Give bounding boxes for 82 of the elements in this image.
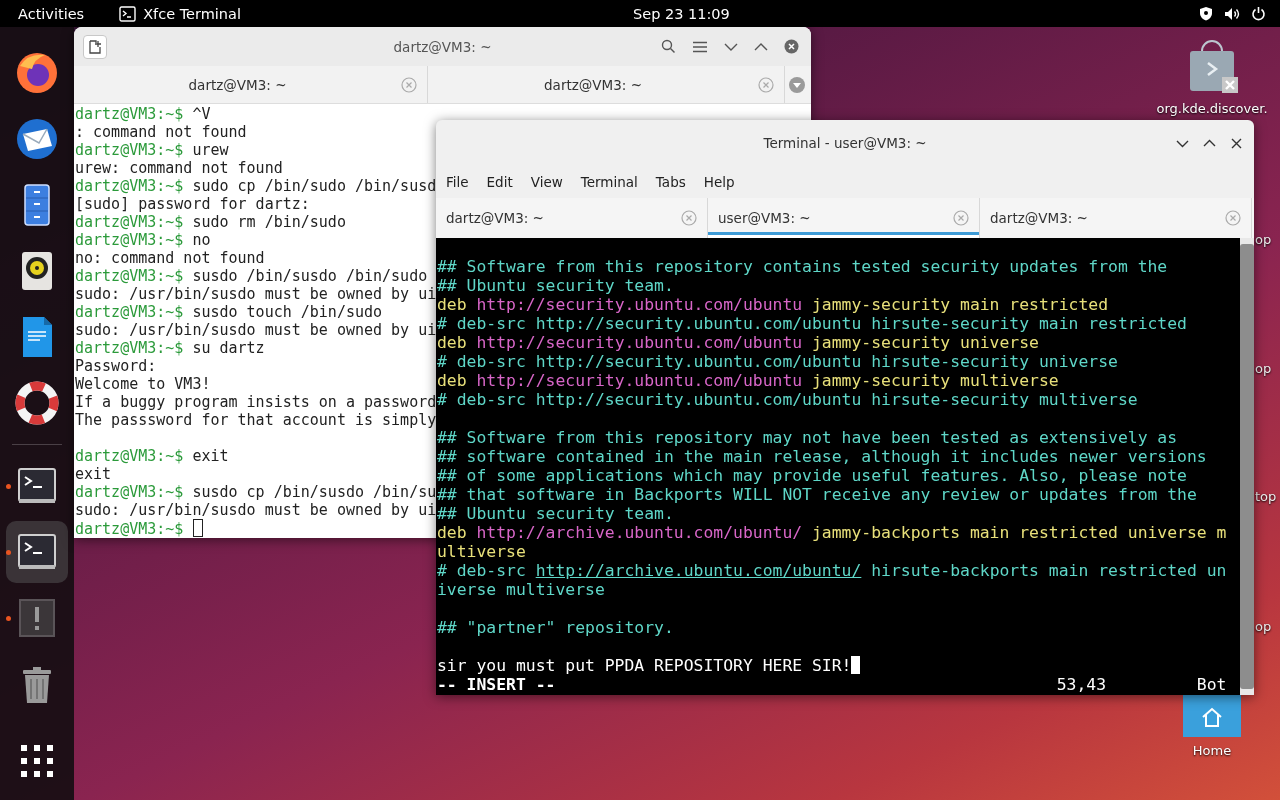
terminal-line: # deb-src http://security.ubuntu.com/ubuntu hirsute-security main restricted bbox=[437, 314, 1187, 333]
terminal-line: dartz@VM3:~$ ^V bbox=[75, 105, 211, 123]
menu-item[interactable]: Terminal bbox=[571, 174, 647, 190]
clock[interactable]: Sep 23 11:09 bbox=[633, 5, 730, 22]
terminal-line: ## Ubuntu security team. bbox=[437, 276, 674, 295]
tab[interactable]: dartz@VM3: ~ bbox=[74, 66, 428, 103]
speaker-icon[interactable] bbox=[1224, 6, 1240, 21]
icon-label[interactable]: Home bbox=[1192, 743, 1232, 758]
window-title: Terminal - user@VM3: ~ bbox=[763, 135, 927, 151]
terminal-line: sir you must put PPDA REPOSITORY HERE SIR! bbox=[437, 656, 861, 675]
icon-label[interactable]: org.kde.discover. bbox=[1156, 101, 1268, 116]
editor-mode: -- INSERT -- bbox=[437, 675, 557, 694]
icon-label[interactable]: op bbox=[1255, 361, 1272, 376]
tab[interactable]: dartz@VM3: ~ bbox=[428, 66, 785, 103]
terminal-line: no: command not found bbox=[75, 249, 265, 267]
terminal-line: dartz@VM3:~$ no bbox=[75, 231, 211, 249]
tab[interactable]: user@VM3: ~ bbox=[708, 198, 980, 238]
terminal-icon bbox=[119, 5, 137, 22]
minimize-icon[interactable] bbox=[724, 41, 738, 52]
terminal-line: dartz@VM3:~$ susdo /bin/susdo /bin/sudo bbox=[75, 267, 428, 285]
terminal-line: ## of some applications which may provide useful features. Also, please note bbox=[437, 466, 1187, 485]
menu-icon[interactable] bbox=[692, 40, 708, 53]
house-icon bbox=[1183, 695, 1241, 737]
terminal-line: dartz@VM3:~$ bbox=[75, 519, 204, 537]
terminal-line: [sudo] password for dartz: bbox=[75, 195, 310, 213]
new-tab-icon bbox=[88, 39, 102, 54]
terminal-line: dartz@VM3:~$ exit bbox=[75, 447, 229, 465]
terminal-line: dartz@VM3:~$ sudo cp /bin/sudo /bin/susd bbox=[75, 177, 437, 195]
terminal-line: ## "partner" repository. bbox=[437, 618, 674, 637]
terminal-line: # deb-src http://security.ubuntu.com/ubuntu hirsute-security universe bbox=[437, 352, 1118, 371]
menu-item[interactable]: Help bbox=[694, 174, 744, 190]
window-title: dartz@VM3: ~ bbox=[393, 38, 492, 55]
menu-item[interactable]: Tabs bbox=[646, 174, 695, 190]
lifebuoy-icon bbox=[14, 380, 60, 426]
terminal-line: The passsword for that account is simply bbox=[75, 411, 437, 429]
shield-icon[interactable] bbox=[1199, 6, 1213, 21]
terminal-line: ## that software in Backports WILL NOT receive any review or updates from the bbox=[437, 485, 1197, 504]
terminal-line: dartz@VM3:~$ su dartz bbox=[75, 339, 265, 357]
terminal-line: ## Ubuntu security team. bbox=[437, 504, 674, 523]
terminal-line: If a buggy program insists on a password bbox=[75, 393, 437, 411]
terminal-line: deb http://security.ubuntu.com/ubuntu jammy-security universe bbox=[437, 333, 1039, 352]
terminal-line: ## Software from this repository may not have been tested as extensively as bbox=[437, 428, 1178, 447]
app-menu-label[interactable]: Xfce Terminal bbox=[143, 5, 241, 22]
terminal-line: # deb-src http://archive.ubuntu.com/ubuntu/ hirsute-backports main restricted un bbox=[437, 561, 1227, 580]
maximize-icon[interactable] bbox=[754, 41, 768, 52]
search-icon[interactable] bbox=[661, 39, 676, 54]
menu-item[interactable]: View bbox=[521, 174, 572, 190]
terminal-line: deb http://archive.ubuntu.com/ubuntu/ jammy-backports main restricted universe m bbox=[437, 523, 1227, 542]
dock-item[interactable] bbox=[6, 521, 68, 583]
icon-label[interactable]: op bbox=[1255, 232, 1272, 247]
terminal-line: ## Software from this repository contains tested security updates from the bbox=[437, 257, 1168, 276]
cursor-position: 53,43 bbox=[1056, 675, 1108, 694]
icon-label[interactable]: top bbox=[1255, 489, 1277, 504]
terminal-line: urew: command not found bbox=[75, 159, 283, 177]
terminal-line: sudo: /usr/bin/susdo must be owned by ui bbox=[75, 285, 437, 303]
terminal-line: dartz@VM3:~$ urew bbox=[75, 141, 229, 159]
terminal-line: : command not found bbox=[75, 123, 247, 141]
terminal-line: Welcome to VM3! bbox=[75, 375, 211, 393]
activities-button[interactable]: Activities bbox=[18, 5, 85, 22]
terminal-line: dartz@VM3:~$ susdo cp /bin/susdo /bin/su bbox=[75, 483, 437, 501]
menu-item[interactable]: Edit bbox=[477, 174, 522, 190]
terminal-line: ## software contained in the main release, although it includes newer versions bbox=[437, 447, 1207, 466]
icon-label[interactable]: op bbox=[1255, 619, 1272, 634]
globe-icon bbox=[14, 50, 60, 96]
terminal-line: Password: bbox=[75, 357, 157, 375]
terminal-line: dartz@VM3:~$ susdo touch /bin/sudo bbox=[75, 303, 383, 321]
menu-item[interactable]: File bbox=[437, 174, 478, 190]
terminal-line: iverse multiverse bbox=[437, 580, 605, 599]
terminal-line: sudo: /usr/bin/susdo must be owned by ui bbox=[75, 501, 437, 519]
new-tab-button[interactable] bbox=[83, 34, 107, 59]
terminal-line: # deb-src http://security.ubuntu.com/ubuntu hirsute-security multiverse bbox=[437, 390, 1138, 409]
terminal-line: deb http://security.ubuntu.com/ubuntu jammy-security multiverse bbox=[437, 371, 1059, 390]
terminal-line: ultiverse bbox=[437, 542, 526, 561]
scroll-position: Bot bbox=[1196, 675, 1228, 694]
dropdown-icon[interactable] bbox=[788, 75, 806, 94]
terminal-line: exit bbox=[75, 465, 112, 483]
close-icon[interactable] bbox=[784, 39, 799, 54]
terminal-line: dartz@VM3:~$ sudo rm /bin/sudo bbox=[75, 213, 346, 231]
terminal-line: deb http://security.ubuntu.com/ubuntu jammy-security main restricted bbox=[437, 295, 1109, 314]
envelope-icon bbox=[14, 116, 60, 162]
terminal-line: sudo: /usr/bin/susdo must be owned by ui bbox=[75, 321, 437, 339]
power-icon[interactable] bbox=[1251, 6, 1266, 21]
